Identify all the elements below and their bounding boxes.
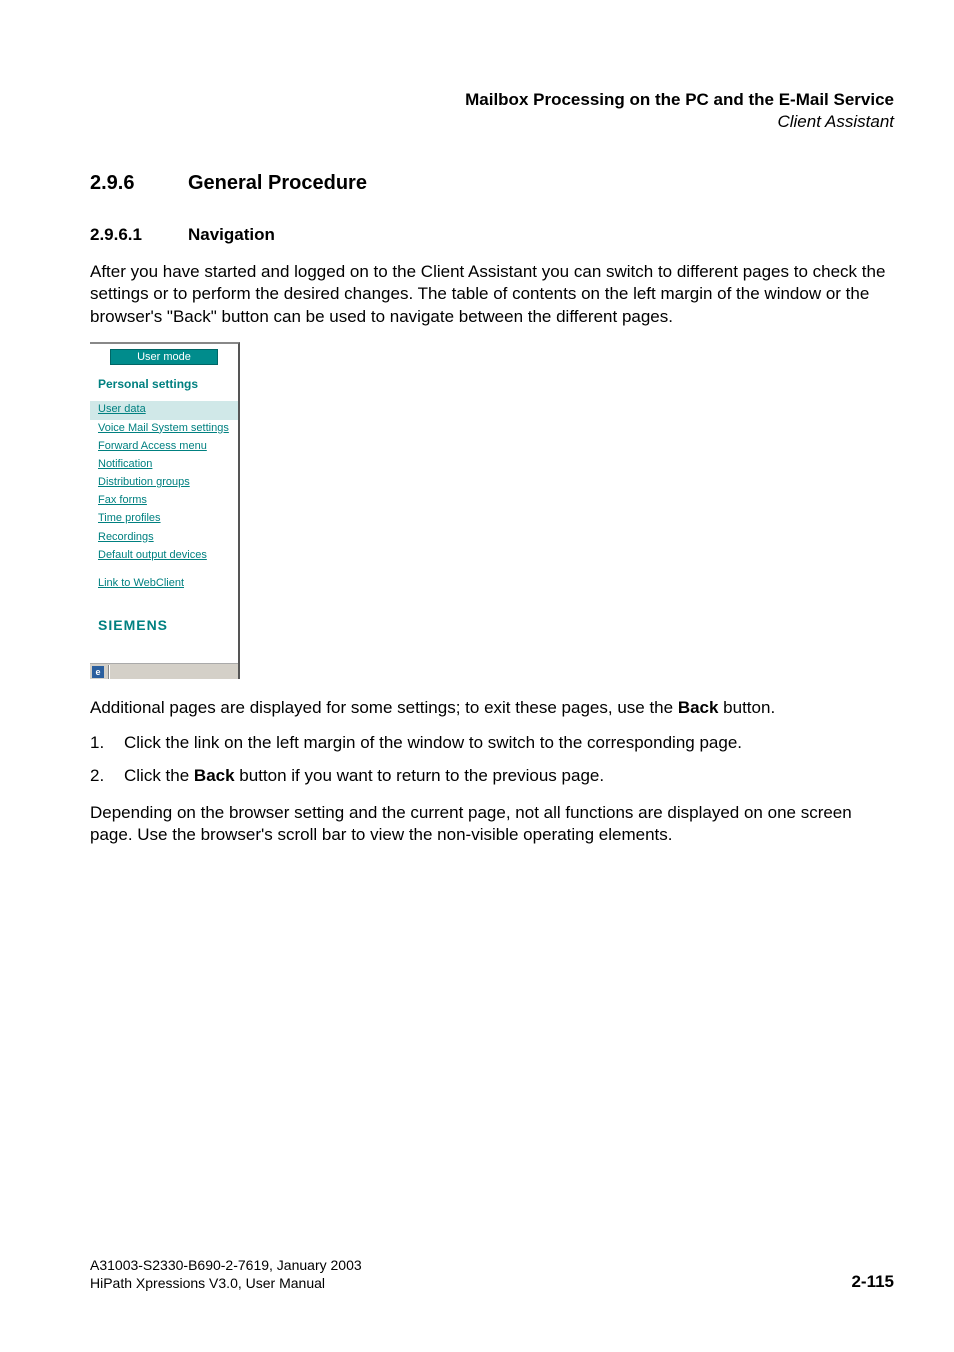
list-number: 2. <box>90 765 124 788</box>
subsection-heading: 2.9.6.1Navigation <box>90 225 894 245</box>
section-heading: 2.9.6General Procedure <box>90 172 894 195</box>
nav-link-user-data[interactable]: User data <box>90 401 238 419</box>
status-bar: e <box>90 663 238 679</box>
nav-link-voice-mail[interactable]: Voice Mail System settings <box>90 420 238 438</box>
nav-link-notification[interactable]: Notification <box>90 456 238 474</box>
closing-paragraph: Depending on the browser setting and the… <box>90 802 894 847</box>
after-fig-bold: Back <box>678 698 719 717</box>
nav-link-webclient[interactable]: Link to WebClient <box>90 575 238 593</box>
nav-link-recordings[interactable]: Recordings <box>90 529 238 547</box>
user-mode-button[interactable]: User mode <box>110 349 218 365</box>
header-title: Mailbox Processing on the PC and the E-M… <box>90 90 894 110</box>
after-fig-pre: Additional pages are displayed for some … <box>90 698 678 717</box>
list2-pre: Click the <box>124 766 194 785</box>
nav-link-default-output[interactable]: Default output devices <box>90 547 238 565</box>
list2-bold: Back <box>194 766 235 785</box>
list-text: Click the Back button if you want to ret… <box>124 765 604 788</box>
page-footer: A31003-S2330-B690-2-7619, January 2003 H… <box>90 1256 894 1292</box>
list2-post: button if you want to return to the prev… <box>235 766 605 785</box>
navigation-panel-figure: User mode Personal settings User data Vo… <box>90 342 240 679</box>
page-header: Mailbox Processing on the PC and the E-M… <box>90 90 894 132</box>
intro-paragraph: After you have started and logged on to … <box>90 261 894 328</box>
list-item: 1. Click the link on the left margin of … <box>90 732 894 755</box>
footer-line2: HiPath Xpressions V3.0, User Manual <box>90 1274 362 1292</box>
personal-settings-label: Personal settings <box>90 377 238 401</box>
nav-link-forward-access[interactable]: Forward Access menu <box>90 438 238 456</box>
list-item: 2. Click the Back button if you want to … <box>90 765 894 788</box>
nav-link-distribution-groups[interactable]: Distribution groups <box>90 474 238 492</box>
list-number: 1. <box>90 732 124 755</box>
nav-link-fax-forms[interactable]: Fax forms <box>90 492 238 510</box>
status-separator <box>108 665 110 679</box>
list-text: Click the link on the left margin of the… <box>124 732 742 755</box>
subsection-number: 2.9.6.1 <box>90 225 188 245</box>
after-fig-post: button. <box>718 698 775 717</box>
after-figure-paragraph: Additional pages are displayed for some … <box>90 697 894 719</box>
footer-line1: A31003-S2330-B690-2-7619, January 2003 <box>90 1256 362 1274</box>
nav-link-time-profiles[interactable]: Time profiles <box>90 510 238 528</box>
brand-logo: SIEMENS <box>90 593 238 633</box>
ie-icon: e <box>92 666 104 678</box>
header-subtitle: Client Assistant <box>90 112 894 132</box>
section-number: 2.9.6 <box>90 172 188 195</box>
footer-left: A31003-S2330-B690-2-7619, January 2003 H… <box>90 1256 362 1292</box>
subsection-title: Navigation <box>188 225 275 244</box>
page-number: 2-115 <box>851 1272 894 1292</box>
section-title: General Procedure <box>188 172 367 194</box>
numbered-list: 1. Click the link on the left margin of … <box>90 732 894 788</box>
